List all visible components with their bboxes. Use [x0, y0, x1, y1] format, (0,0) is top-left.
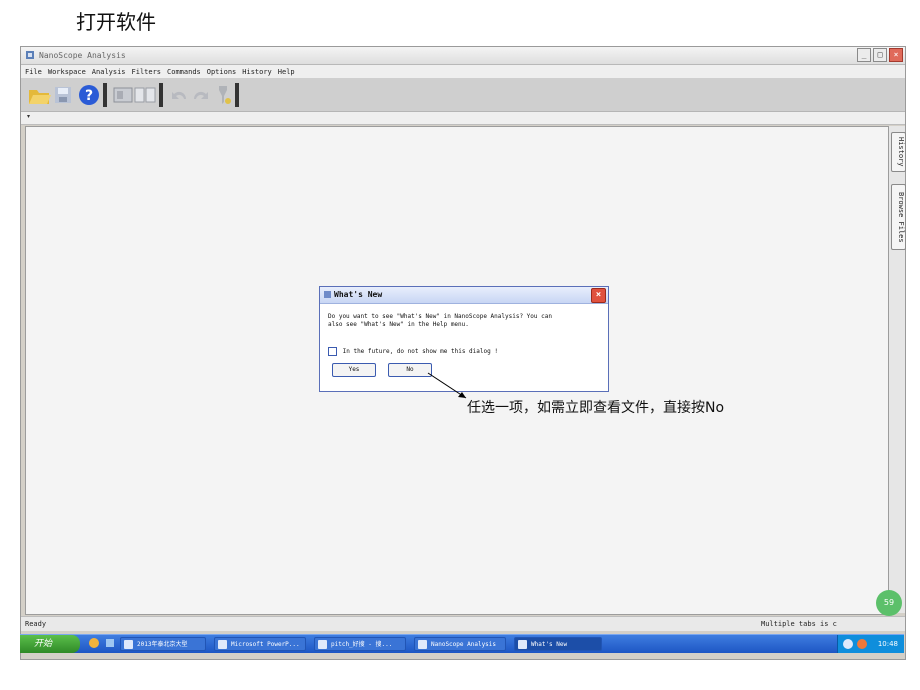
- annotation-arrow: [427, 372, 467, 399]
- annotation-text: 任选一项，如需立即查看文件，直接按No: [467, 400, 725, 416]
